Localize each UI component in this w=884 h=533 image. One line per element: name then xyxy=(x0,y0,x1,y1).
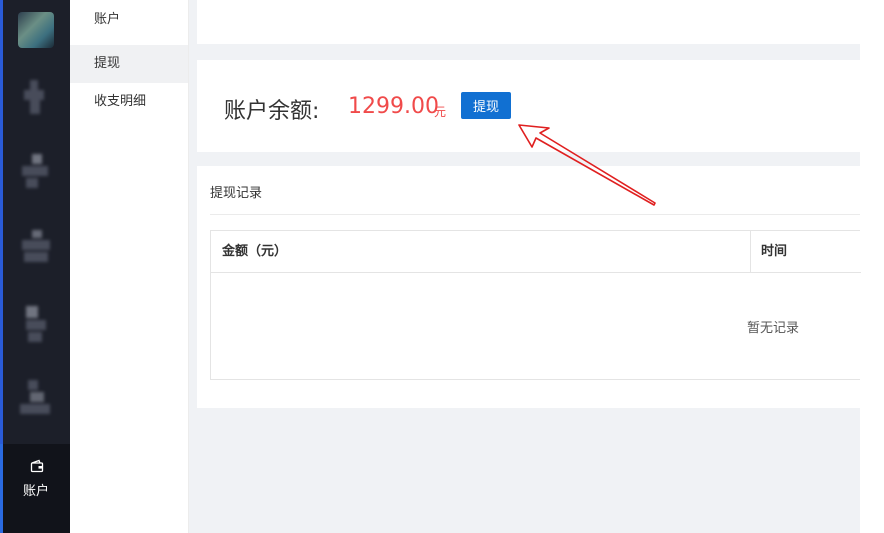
submenu-item-account[interactable]: 账户 xyxy=(70,1,188,39)
main-content: 账户余额: 1299.00 元 提现 提现记录 金额（元） 时间 暂无记录 xyxy=(189,0,861,533)
column-header-time[interactable]: 时间 xyxy=(761,231,787,272)
nav-rail: 账户 xyxy=(0,0,70,533)
records-table: 金额（元） 时间 暂无记录 xyxy=(210,230,861,380)
records-title: 提现记录 xyxy=(210,186,263,201)
empty-state-text: 暂无记录 xyxy=(747,321,800,336)
balance-unit: 元 xyxy=(434,105,447,119)
balance-amount: 1299.00 xyxy=(348,94,439,119)
app-logo[interactable] xyxy=(18,12,54,48)
nav-item-blurred-4[interactable] xyxy=(16,304,56,346)
records-divider xyxy=(210,214,860,215)
withdraw-records-panel: 提现记录 金额（元） 时间 暂无记录 xyxy=(197,166,861,408)
column-header-amount[interactable]: 金额（元） xyxy=(222,231,287,272)
sub-menu: 账户 提现 收支明细 xyxy=(70,0,189,533)
top-panel xyxy=(197,0,860,44)
balance-label: 账户余额: xyxy=(224,99,320,124)
withdraw-button[interactable]: 提现 xyxy=(461,92,511,119)
balance-panel: 账户余额: 1299.00 元 提现 xyxy=(197,60,860,152)
nav-item-blurred-3[interactable] xyxy=(16,228,56,270)
nav-item-blurred-2[interactable] xyxy=(16,152,56,194)
nav-item-account-label: 账户 xyxy=(22,484,49,499)
submenu-item-transactions[interactable]: 收支明细 xyxy=(70,83,188,121)
column-separator xyxy=(750,231,751,272)
nav-item-blurred-5[interactable] xyxy=(16,378,56,420)
nav-item-blurred-1[interactable] xyxy=(16,80,56,122)
table-header: 金额（元） 时间 xyxy=(211,231,861,273)
submenu-item-withdraw[interactable]: 提现 xyxy=(70,45,188,83)
wallet-icon xyxy=(30,459,44,473)
